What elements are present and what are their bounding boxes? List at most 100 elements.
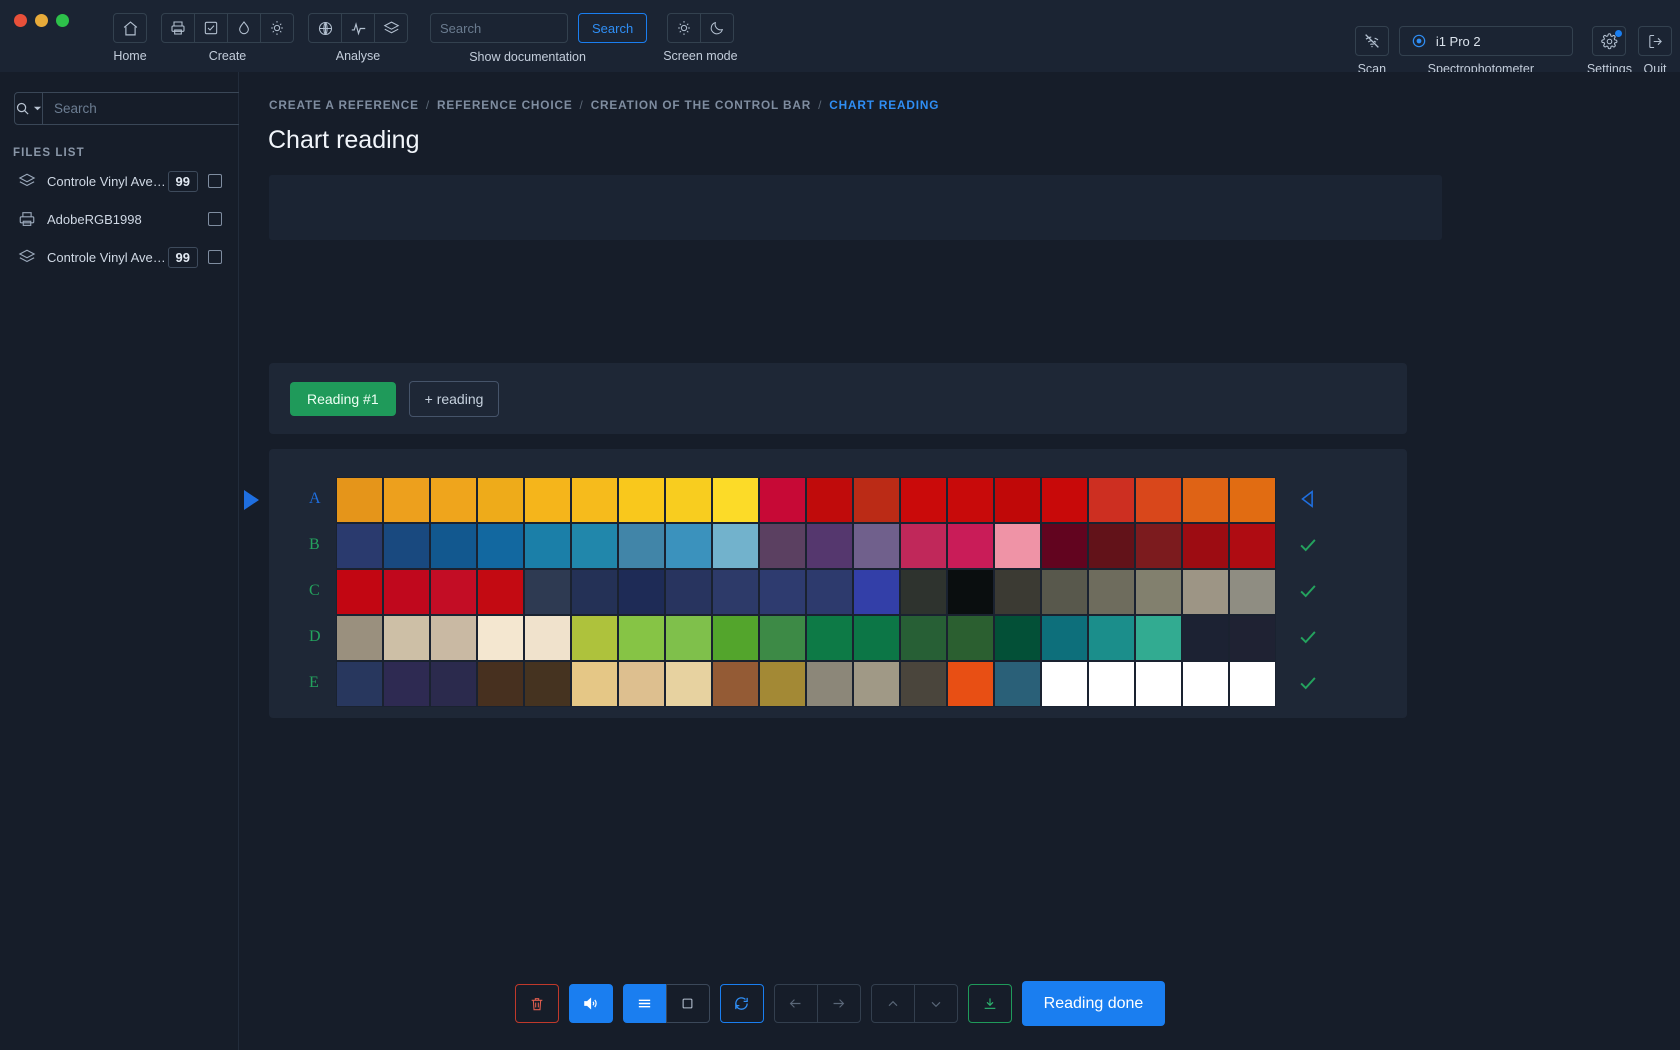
chart-patch[interactable]: [900, 615, 947, 661]
chart-patch[interactable]: [665, 523, 712, 569]
analyse-gamut-button[interactable]: [308, 13, 342, 43]
chart-patch[interactable]: [853, 661, 900, 707]
chart-patch[interactable]: [665, 477, 712, 523]
chart-patch[interactable]: [477, 661, 524, 707]
chart-patch[interactable]: [759, 523, 806, 569]
chart-patch[interactable]: [1041, 661, 1088, 707]
chart-patch[interactable]: [712, 615, 759, 661]
chart-patch[interactable]: [900, 523, 947, 569]
chart-patch[interactable]: [430, 523, 477, 569]
screen-mode-dark-button[interactable]: [699, 13, 734, 43]
chart-patch[interactable]: [524, 523, 571, 569]
documentation-search-input[interactable]: [430, 13, 568, 43]
chart-patch[interactable]: [759, 569, 806, 615]
chart-patch[interactable]: [477, 477, 524, 523]
chart-patch[interactable]: [947, 661, 994, 707]
quit-button[interactable]: [1638, 26, 1672, 56]
chart-patch[interactable]: [1041, 477, 1088, 523]
chart-patch[interactable]: [1088, 615, 1135, 661]
list-item[interactable]: Controle Vinyl Avery - ... 99: [0, 241, 238, 273]
chart-patch[interactable]: [853, 615, 900, 661]
chart-patch[interactable]: [994, 615, 1041, 661]
create-print-button[interactable]: [161, 13, 195, 43]
list-item-checkbox[interactable]: [208, 250, 222, 264]
chart-patch[interactable]: [712, 523, 759, 569]
list-item-checkbox[interactable]: [208, 212, 222, 226]
chart-patch[interactable]: [336, 661, 383, 707]
chart-patch[interactable]: [571, 661, 618, 707]
chart-patch[interactable]: [994, 661, 1041, 707]
delete-button[interactable]: [514, 984, 559, 1023]
previous-button[interactable]: [773, 984, 818, 1023]
chart-patch[interactable]: [1088, 523, 1135, 569]
chart-patch[interactable]: [571, 569, 618, 615]
chart-patch[interactable]: [994, 477, 1041, 523]
chart-patch[interactable]: [1088, 477, 1135, 523]
chart-patch[interactable]: [712, 569, 759, 615]
chart-patch[interactable]: [618, 661, 665, 707]
chart-patch[interactable]: [430, 569, 477, 615]
chart-patch[interactable]: [900, 569, 947, 615]
chart-patch[interactable]: [853, 569, 900, 615]
chart-patch[interactable]: [477, 569, 524, 615]
chart-patch[interactable]: [618, 569, 665, 615]
chart-patch[interactable]: [1135, 523, 1182, 569]
chart-patch[interactable]: [524, 615, 571, 661]
window-maximize-button[interactable]: [56, 14, 69, 27]
scan-button[interactable]: [1354, 26, 1389, 56]
home-button[interactable]: [113, 13, 147, 43]
chart-patch[interactable]: [665, 615, 712, 661]
breadcrumb-item-create-a-reference[interactable]: CREATE A REFERENCE: [269, 98, 419, 112]
chart-patch[interactable]: [853, 523, 900, 569]
chart-patch[interactable]: [1135, 569, 1182, 615]
chart-patch[interactable]: [1182, 569, 1229, 615]
reading-done-button[interactable]: Reading done: [1021, 981, 1166, 1026]
chart-patch[interactable]: [571, 523, 618, 569]
list-mode-button[interactable]: [622, 984, 667, 1023]
chart-patch[interactable]: [618, 615, 665, 661]
chart-patch[interactable]: [1229, 569, 1276, 615]
chart-patch[interactable]: [430, 477, 477, 523]
chart-patch[interactable]: [665, 661, 712, 707]
chart-patch[interactable]: [1135, 477, 1182, 523]
list-item-checkbox[interactable]: [208, 174, 222, 188]
analyse-layers-button[interactable]: [374, 13, 408, 43]
chart-patch[interactable]: [383, 569, 430, 615]
analyse-measure-button[interactable]: [341, 13, 375, 43]
chart-patch[interactable]: [947, 569, 994, 615]
chart-patch[interactable]: [759, 615, 806, 661]
chart-patch[interactable]: [947, 523, 994, 569]
chart-patch[interactable]: [336, 569, 383, 615]
documentation-search-button[interactable]: Search: [578, 13, 648, 43]
chart-patch[interactable]: [1041, 523, 1088, 569]
chart-patch[interactable]: [383, 477, 430, 523]
create-ink-button[interactable]: [227, 13, 261, 43]
chart-patch[interactable]: [571, 615, 618, 661]
chart-patch[interactable]: [806, 615, 853, 661]
screen-mode-light-button[interactable]: [666, 13, 701, 43]
chart-patch[interactable]: [336, 477, 383, 523]
add-reading-button[interactable]: + reading: [408, 380, 500, 417]
breadcrumb-item-creation-of-the-control-bar[interactable]: CREATION OF THE CONTROL BAR: [591, 98, 811, 112]
chart-patch[interactable]: [900, 477, 947, 523]
chart-patch[interactable]: [1135, 661, 1182, 707]
move-down-button[interactable]: [913, 984, 958, 1023]
chart-patch[interactable]: [806, 523, 853, 569]
chart-patch[interactable]: [1182, 615, 1229, 661]
chart-patch[interactable]: [712, 477, 759, 523]
download-button[interactable]: [967, 984, 1012, 1023]
chart-patch[interactable]: [336, 523, 383, 569]
next-button[interactable]: [816, 984, 861, 1023]
chart-patch[interactable]: [759, 661, 806, 707]
refresh-button[interactable]: [719, 984, 764, 1023]
chart-patch[interactable]: [383, 523, 430, 569]
chart-patch[interactable]: [759, 477, 806, 523]
chart-patch[interactable]: [1088, 661, 1135, 707]
chart-patch[interactable]: [994, 569, 1041, 615]
chart-patch[interactable]: [712, 661, 759, 707]
settings-button[interactable]: [1592, 26, 1627, 56]
chart-patch[interactable]: [477, 615, 524, 661]
breadcrumb-item-chart-reading[interactable]: CHART READING: [829, 98, 939, 112]
chart-patch[interactable]: [1041, 615, 1088, 661]
chart-patch[interactable]: [1229, 615, 1276, 661]
